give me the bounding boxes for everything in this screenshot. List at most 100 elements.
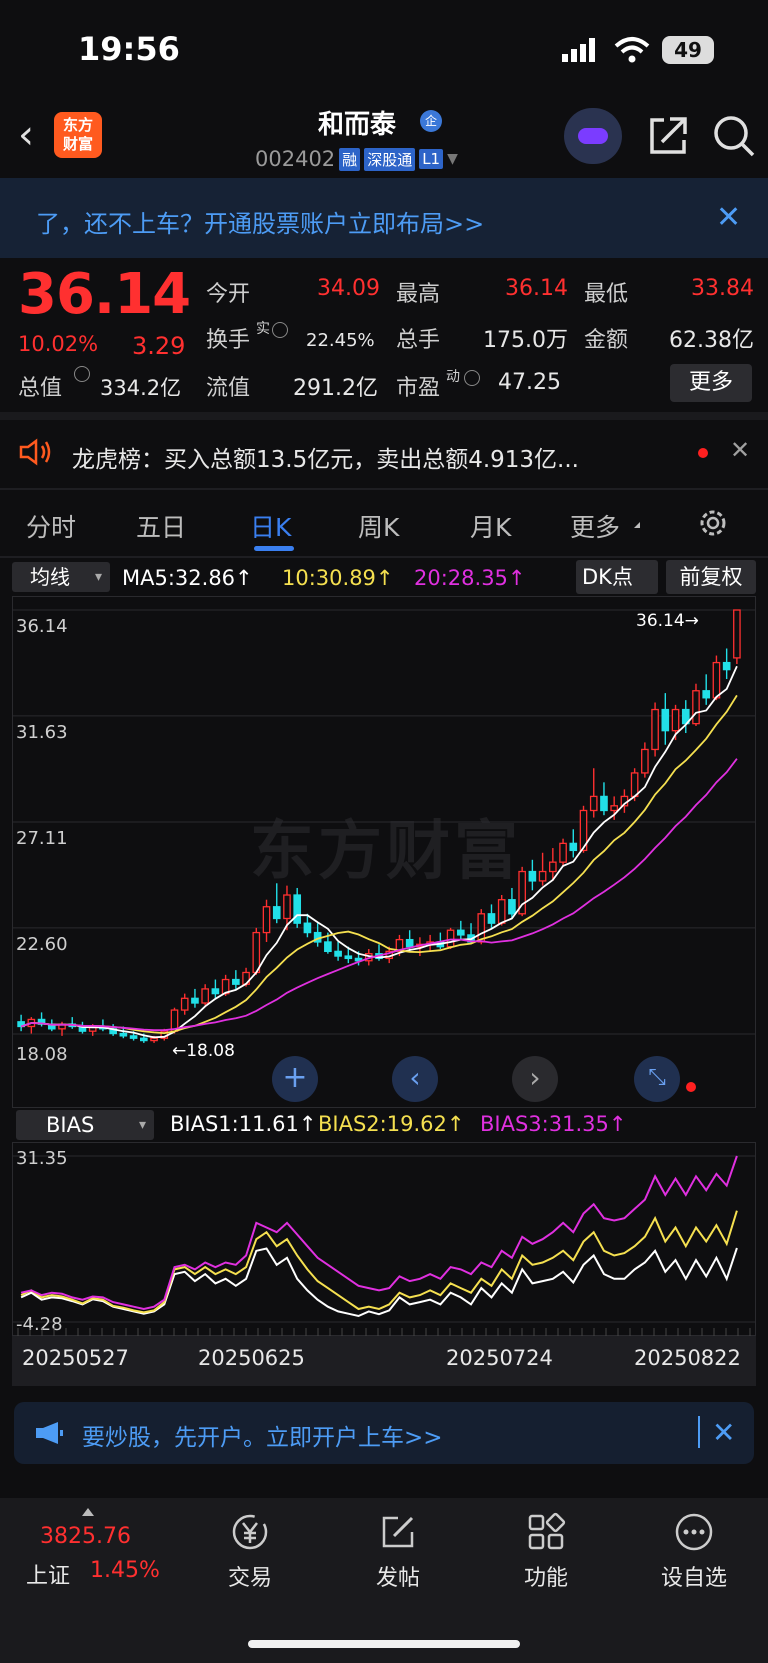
more-icon[interactable] (674, 1512, 714, 1552)
volume-value: 175.0万 (483, 328, 568, 353)
battery-indicator: 49 (662, 36, 714, 64)
yen-icon[interactable] (230, 1512, 270, 1552)
promo-close-icon[interactable]: ✕ (716, 200, 741, 235)
grid-icon[interactable] (526, 1512, 566, 1552)
candle-body (446, 929, 455, 948)
turnover-sup: 实 (256, 321, 270, 337)
y-tick-label: 27.11 (16, 828, 68, 849)
dragon-tiger-close-icon[interactable]: ✕ (730, 436, 750, 464)
change-amount: 3.29 (132, 332, 186, 360)
candle-body (119, 1032, 128, 1037)
candle-body (405, 938, 414, 948)
candle-body (232, 978, 240, 985)
indicator-select[interactable]: 均线 (12, 562, 110, 592)
dragon-tiger-text[interactable]: 龙虎榜：买入总额13.5亿元，卖出总额4.913亿... (72, 440, 579, 474)
logo-line2: 财富 (62, 135, 93, 153)
candle-body (722, 661, 731, 671)
candle-body (549, 861, 557, 873)
candle-body (334, 950, 342, 957)
candle-body (569, 842, 578, 852)
volume-label: 总手 (396, 328, 441, 353)
candle-body (344, 955, 353, 960)
candle-body (211, 988, 220, 995)
pe-value: 47.25 (498, 370, 561, 395)
more-button[interactable]: 更多 (670, 364, 752, 402)
nav-functions[interactable]: 功能 (496, 1560, 596, 1592)
connect-tag: 深股通 (364, 147, 416, 171)
wifi-icon (614, 37, 650, 63)
low-marker-label: ←18.08 (172, 1041, 235, 1061)
bias1-value: BIAS1:11.61↑ (170, 1112, 317, 1136)
kline-chart[interactable]: 36.14 31.63 27.11 22.60 18.08 36.14→ ←18.08 (12, 596, 756, 1108)
chevron-down-icon: ▼ (447, 151, 458, 167)
chevron-left-icon[interactable]: ‹ (392, 1056, 438, 1102)
ma-line (20, 665, 738, 1039)
zoom-in-icon[interactable]: + (272, 1056, 318, 1102)
candle-body (600, 795, 608, 812)
tab-daily-k[interactable]: 日K (250, 508, 291, 544)
tab-monthly-k[interactable]: 月K (470, 508, 511, 544)
date-tick: 20250625 (198, 1346, 305, 1370)
pe-label: 市盈 (396, 376, 441, 401)
banner-close-icon[interactable]: ✕ (712, 1416, 735, 1449)
edit-icon[interactable] (378, 1512, 418, 1552)
nav-add-watchlist[interactable]: 设自选 (644, 1560, 744, 1592)
caret-up-icon[interactable] (82, 1508, 94, 1516)
tab-five-day[interactable]: 五日 (136, 508, 186, 544)
adjust-button[interactable]: 前复权 (666, 560, 756, 594)
index-name[interactable]: 上证 (26, 1558, 70, 1590)
red-dot (686, 1082, 696, 1092)
last-price-label: 36.14→ (636, 611, 699, 631)
dk-point-button[interactable]: DK点 (576, 560, 658, 594)
gear-icon[interactable] (696, 506, 730, 540)
nav-post[interactable]: 发帖 (348, 1560, 448, 1592)
promo-text[interactable]: 了，还不上车？开通股票账户立即布局>> (36, 204, 484, 239)
float-label: 流值 (206, 376, 251, 401)
low-value: 33.84 (691, 276, 754, 301)
tab-weekly-k[interactable]: 周K (358, 508, 399, 544)
candle-body (661, 708, 670, 732)
bias-chart[interactable]: 31.35 -4.28 (12, 1142, 756, 1336)
open-account-text[interactable]: 要炒股，先开户。立即开户上车>> (82, 1418, 443, 1452)
amount-value: 62.38亿 (669, 328, 754, 353)
bias3-value: BIAS3:31.35↑ (480, 1112, 627, 1136)
section-divider (0, 556, 768, 558)
unread-dot (698, 448, 708, 458)
current-price: 36.14 (18, 262, 191, 327)
date-tick: 20250724 (446, 1346, 553, 1370)
index-change[interactable]: 1.45% (90, 1558, 160, 1583)
ma10-value: 10:30.89↑ (282, 566, 394, 590)
stock-code-row[interactable]: 002402 融 深股通 L1 ▼ (255, 146, 458, 172)
bias-line (20, 1155, 738, 1311)
info-icon[interactable] (464, 370, 480, 386)
candle-body (303, 922, 312, 934)
search-icon[interactable] (712, 114, 756, 158)
expand-icon[interactable]: ⤡ (634, 1056, 680, 1102)
bias-select[interactable]: BIAS (16, 1110, 154, 1140)
candle-body (702, 690, 711, 699)
share-icon[interactable] (648, 114, 688, 156)
nav-trade[interactable]: 交易 (200, 1560, 300, 1592)
candle-body (671, 708, 680, 732)
tab-more[interactable]: 更多 (570, 508, 620, 544)
back-icon[interactable]: ‹ (18, 112, 34, 158)
section-divider (0, 412, 768, 420)
candle-body (610, 805, 619, 812)
candle-body (129, 1035, 138, 1039)
info-icon[interactable] (74, 366, 90, 382)
chevron-right-icon[interactable]: › (512, 1056, 558, 1102)
speaker-icon (19, 438, 51, 466)
candle-body (324, 941, 332, 953)
index-value[interactable]: 3825.76 (40, 1524, 131, 1549)
margin-tag: 融 (339, 147, 361, 171)
candle-body (456, 929, 465, 936)
robot-visor (578, 128, 608, 144)
open-value: 34.09 (317, 276, 380, 301)
candle-body (712, 661, 721, 699)
signal-icon (562, 38, 595, 62)
info-icon[interactable] (272, 322, 288, 338)
tab-intraday[interactable]: 分时 (26, 508, 76, 544)
candle-body (508, 899, 516, 915)
date-tick: 20250527 (22, 1346, 129, 1370)
candle-body (487, 913, 496, 924)
